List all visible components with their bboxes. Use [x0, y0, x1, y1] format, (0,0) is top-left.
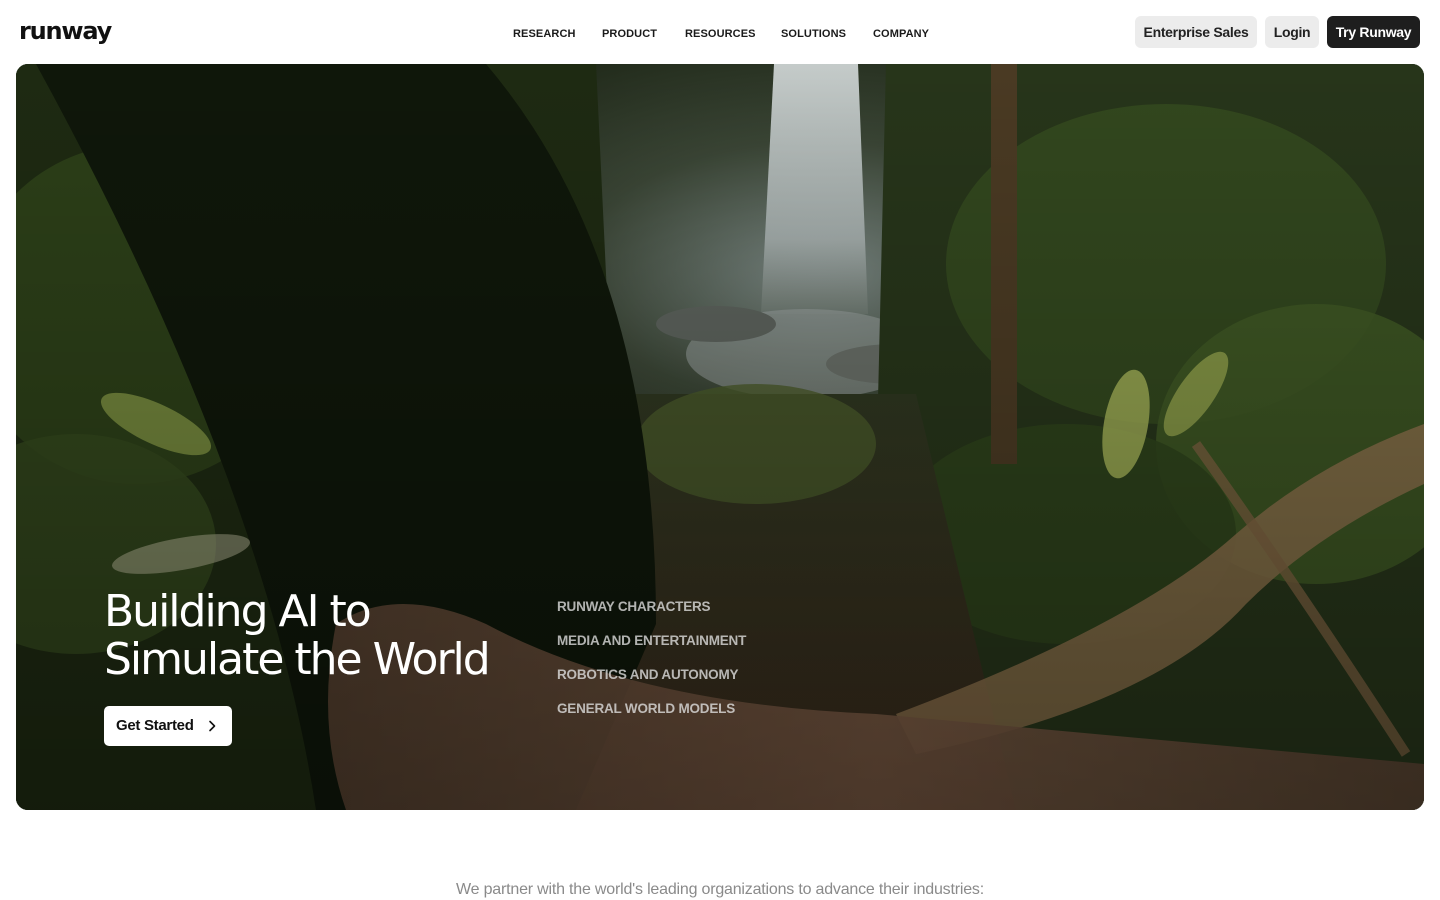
hero-topic-links: RUNWAY CHARACTERS MEDIA AND ENTERTAINMEN…	[557, 598, 746, 734]
hero-title-line-1: Building AI to	[104, 586, 372, 637]
link-general-world-models[interactable]: GENERAL WORLD MODELS	[557, 700, 746, 734]
get-started-label: Get Started	[116, 717, 194, 734]
nav-solutions[interactable]: SOLUTIONS	[781, 24, 846, 44]
login-button[interactable]: Login	[1265, 16, 1319, 48]
try-runway-button[interactable]: Try Runway	[1327, 16, 1420, 48]
get-started-button[interactable]: Get Started	[104, 706, 232, 746]
hero-title: Building AI to Simulate the World	[104, 586, 491, 685]
nav-resources[interactable]: RESOURCES	[685, 24, 756, 44]
hero-title-line-2: Simulate the World	[104, 634, 491, 685]
site-header: runway RESEARCH PRODUCT RESOURCES SOLUTI…	[0, 0, 1440, 64]
link-runway-characters[interactable]: RUNWAY CHARACTERS	[557, 598, 746, 632]
nav-research[interactable]: RESEARCH	[513, 24, 576, 44]
hero-section: Building AI to Simulate the World Get St…	[16, 64, 1424, 810]
nav-company[interactable]: COMPANY	[873, 24, 929, 44]
enterprise-sales-button[interactable]: Enterprise Sales	[1135, 16, 1257, 48]
link-robotics-autonomy[interactable]: ROBOTICS AND AUTONOMY	[557, 666, 746, 700]
partners-intro-text: We partner with the world's leading orga…	[456, 881, 984, 898]
link-media-entertainment[interactable]: MEDIA AND ENTERTAINMENT	[557, 632, 746, 666]
nav-product[interactable]: PRODUCT	[602, 24, 657, 44]
chevron-right-icon	[208, 706, 217, 746]
